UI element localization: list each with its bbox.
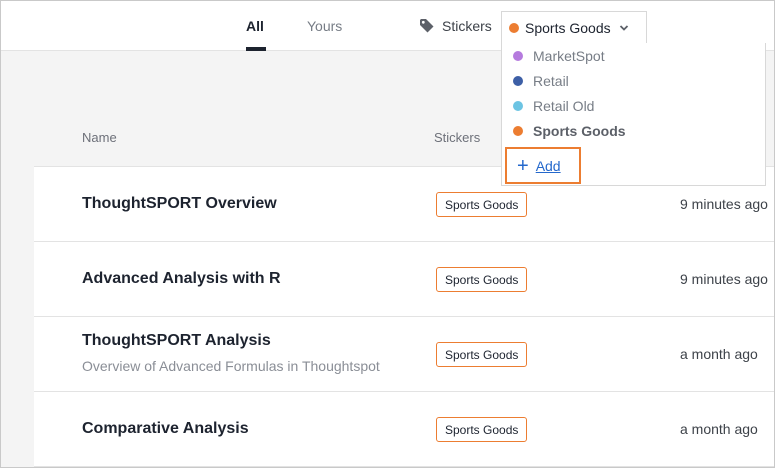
list-item[interactable]: Advanced Analysis with R Sports Goods 9 … [34,242,774,317]
sticker-option-sports-goods[interactable]: Sports Goods [513,123,626,139]
list-item[interactable]: ThoughtSPORT Analysis Overview of Advanc… [34,317,774,392]
sticker-color-dot [513,101,523,111]
active-tab-indicator [246,47,266,51]
sticker-option-retail-old[interactable]: Retail Old [513,98,594,114]
sticker-color-dot [513,51,523,61]
item-modified-time: a month ago [680,421,758,437]
app-window: All Yours Stickers Sports Goods MarketSp… [0,0,775,468]
stickers-label-text: Stickers [442,18,492,34]
item-modified-time: 9 minutes ago [680,196,768,212]
sticker-option-label: Retail [533,73,569,89]
list-item[interactable]: Comparative Analysis Sports Goods a mont… [34,392,774,467]
item-title[interactable]: ThoughtSPORT Analysis [82,332,271,350]
plus-icon: + [517,154,529,177]
stickers-filter-label: Stickers [419,18,492,34]
sticker-option-label: Retail Old [533,98,595,114]
sticker-option-label: Sports Goods [533,123,626,139]
sticker-color-dot [513,76,523,86]
item-title[interactable]: Comparative Analysis [82,420,249,438]
sticker-color-dot [513,126,523,136]
sticker-chip[interactable]: Sports Goods [436,192,528,217]
selected-sticker-dot [509,22,519,33]
tag-icon [420,19,434,33]
sticker-dropdown-menu: MarketSpot Retail Retail Old Sports Good… [501,43,766,186]
sticker-select[interactable]: Sports Goods [501,11,647,43]
tab-yours[interactable]: Yours [307,18,342,34]
chevron-down-icon [619,24,628,31]
sticker-chip[interactable]: Sports Goods [436,417,528,442]
item-title[interactable]: ThoughtSPORT Overview [82,195,277,213]
sticker-chip[interactable]: Sports Goods [436,267,528,292]
item-modified-time: 9 minutes ago [680,271,768,287]
add-sticker-button[interactable]: + Add [505,147,581,184]
item-title[interactable]: Advanced Analysis with R [82,270,281,288]
column-header-stickers[interactable]: Stickers [434,130,480,145]
selected-sticker-label: Sports Goods [525,19,611,36]
sticker-chip[interactable]: Sports Goods [436,342,528,367]
sticker-option-marketspot[interactable]: MarketSpot [513,48,605,64]
add-sticker-label: Add [535,157,561,174]
column-header-name[interactable]: Name [82,130,117,145]
answers-list: ThoughtSPORT Overview Sports Goods 9 min… [34,166,774,467]
item-modified-time: a month ago [680,346,758,362]
tab-all[interactable]: All [246,18,264,34]
sticker-option-retail[interactable]: Retail [513,73,569,89]
item-description: Overview of Advanced Formulas in Thought… [82,358,380,374]
sticker-option-label: MarketSpot [533,48,605,64]
